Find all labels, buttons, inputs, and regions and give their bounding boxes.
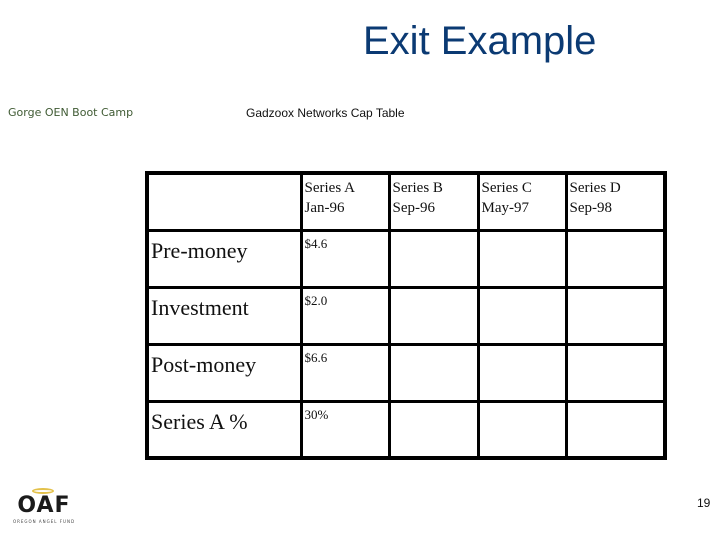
value-cell <box>387 285 480 346</box>
series-name: Series A <box>304 180 355 196</box>
value-cell <box>476 399 568 460</box>
table-header-row: Series A Jan-96 Series B Sep-96 Series C… <box>145 171 667 232</box>
table-caption: Gadzoox Networks Cap Table <box>246 106 405 120</box>
table-row-pre-money: Pre-money $4.6 <box>145 228 667 289</box>
cell-value: $6.6 <box>304 349 328 365</box>
value-cell: 30% <box>299 399 391 460</box>
row-label-cell: Post-money <box>145 342 303 403</box>
table-row-post-money: Post-money $6.6 <box>145 342 667 403</box>
value-cell <box>564 228 667 289</box>
value-cell: $2.0 <box>299 285 391 346</box>
value-cell <box>387 228 480 289</box>
value-cell <box>564 342 667 403</box>
row-label-cell: Investment <box>145 285 303 346</box>
series-name: Series B <box>392 180 443 196</box>
value-cell <box>564 399 667 460</box>
value-cell <box>476 228 568 289</box>
header-cell-series-d: Series D Sep-98 <box>564 171 667 232</box>
cell-value: $4.6 <box>304 235 328 251</box>
row-label: Investment <box>151 294 249 320</box>
row-label: Series A % <box>151 408 248 434</box>
oaf-logo: OAF OREGON ANGEL FUND <box>10 488 78 528</box>
value-cell: $4.6 <box>299 228 391 289</box>
series-date: Jan-96 <box>304 200 345 216</box>
header-cell-series-a: Series A Jan-96 <box>299 171 391 232</box>
cell-value: $2.0 <box>304 292 328 308</box>
logo-tagline: OREGON ANGEL FUND <box>12 519 76 524</box>
row-label-cell: Pre-money <box>145 228 303 289</box>
table-row-investment: Investment $2.0 <box>145 285 667 346</box>
value-cell <box>476 285 568 346</box>
row-label-cell: Series A % <box>145 399 303 460</box>
series-name: Series D <box>569 180 621 196</box>
value-cell: $6.6 <box>299 342 391 403</box>
header-cell-series-b: Series B Sep-96 <box>387 171 480 232</box>
slide-title: Exit Example <box>363 19 597 63</box>
logo-wordmark: OAF <box>17 493 71 518</box>
header-cell-empty <box>145 171 303 232</box>
value-cell <box>387 342 480 403</box>
row-label: Post-money <box>151 351 257 377</box>
value-cell <box>564 285 667 346</box>
value-cell <box>476 342 568 403</box>
series-name: Series C <box>481 180 532 196</box>
page-number: 19 <box>697 496 711 510</box>
series-date: Sep-96 <box>392 200 436 216</box>
header-left-label: Gorge OEN Boot Camp <box>8 106 134 119</box>
table-row-series-a-pct: Series A % 30% <box>145 399 667 460</box>
row-label: Pre-money <box>151 237 248 263</box>
header-cell-series-c: Series C May-97 <box>476 171 568 232</box>
series-date: May-97 <box>481 200 530 216</box>
value-cell <box>387 399 480 460</box>
series-date: Sep-98 <box>569 200 613 216</box>
cap-table: Series A Jan-96 Series B Sep-96 Series C… <box>145 171 667 460</box>
cell-value: 30% <box>304 406 329 422</box>
